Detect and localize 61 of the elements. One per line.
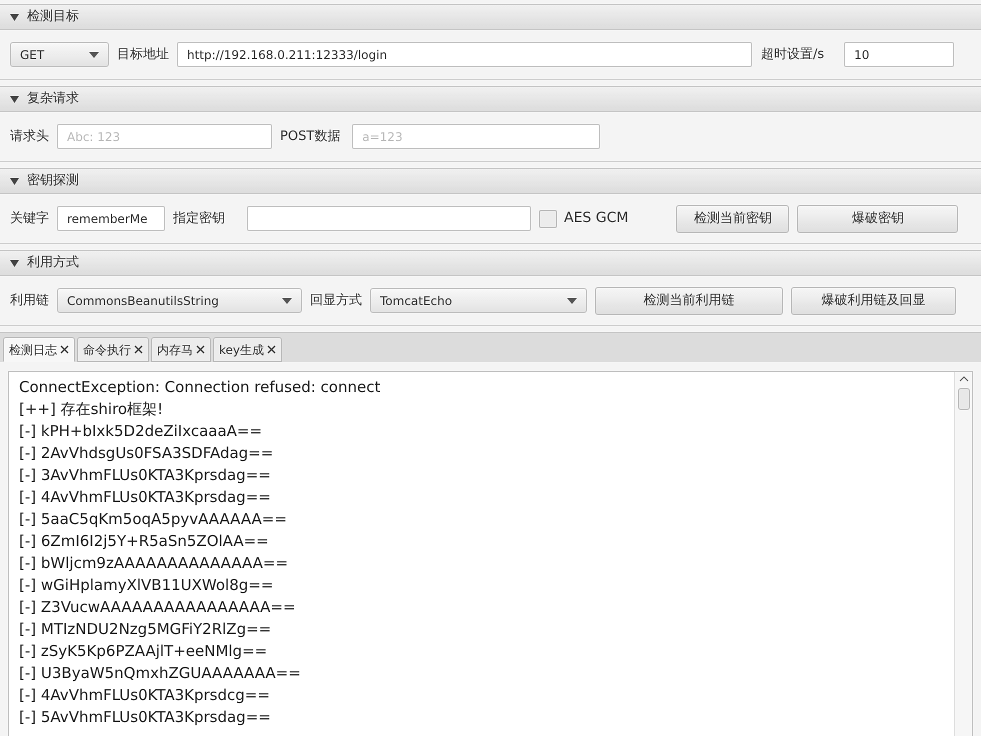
input-field[interactable]: 10: [844, 42, 954, 67]
log-line: [-] bWljcm9zAAAAAAAAAAAAAA==: [19, 553, 290, 574]
log-line: [-] 6ZmI6I2j5Y+R5aSn5ZOlAA==: [19, 531, 270, 552]
log-line: [-] U3ByaW5nQmxhZGUAAAAAAA==: [19, 663, 302, 684]
dropdown[interactable]: GET: [10, 42, 109, 67]
input-field[interactable]: rememberMe: [57, 206, 165, 231]
tab[interactable]: 检测日志: [3, 337, 75, 362]
tab[interactable]: key生成: [213, 337, 282, 362]
close-icon[interactable]: [134, 345, 143, 354]
field-label: 关键字: [10, 210, 49, 228]
log-line: [-] 5aaC5qKm5oqA5pyvAAAAAA==: [19, 509, 288, 530]
button[interactable]: 爆破利用链及回显: [791, 286, 956, 314]
log-line: [-] 2AvVhdsgUs0FSA3SDFAdag==: [19, 443, 274, 464]
close-icon[interactable]: [196, 345, 205, 354]
log-line: [-] wGiHplamyXlVB11UXWol8g==: [19, 575, 274, 596]
button[interactable]: 检测当前利用链: [595, 286, 783, 314]
scrollbar[interactable]: [954, 372, 972, 736]
checkbox[interactable]: [539, 210, 557, 228]
log-line: ConnectException: Connection refused: connect: [19, 377, 382, 398]
button[interactable]: 爆破密钥: [797, 204, 958, 232]
dropdown[interactable]: CommonsBeanutilsString: [57, 288, 302, 313]
log-line: [-] kPH+bIxk5D2deZiIxcaaaA==: [19, 421, 264, 442]
caret-icon: [89, 52, 99, 58]
field-label: POST数据: [280, 128, 340, 146]
log-line: [++] 存在shiro框架!: [19, 399, 164, 420]
caret-icon: [567, 298, 577, 304]
log-line: [-] 5AvVhmFLUs0KTA3Kprsdag==: [19, 707, 272, 728]
input-field[interactable]: [247, 206, 531, 231]
section-header[interactable]: 复杂请求: [0, 86, 981, 112]
log-line: [-] MTIzNDU2Nzg5MGFiY2RlZg==: [19, 619, 272, 640]
field-label: 请求头: [10, 128, 49, 146]
log-line: [-] zSyK5Kp6PZAAjlT+eeNMlg==: [19, 641, 268, 662]
section-title: 利用方式: [27, 254, 79, 272]
input-field[interactable]: Abc: 123: [57, 124, 272, 149]
log-line: [-] Z3VucwAAAAAAAAAAAAAAAA==: [19, 597, 297, 618]
close-icon[interactable]: [60, 345, 69, 354]
scroll-up-icon[interactable]: [958, 376, 968, 382]
field-label: 指定密钥: [173, 210, 225, 228]
log-line: [-] 3AvVhmFLUs0KTA3Kprsdag==: [19, 465, 272, 486]
tab[interactable]: 命令执行: [77, 337, 149, 362]
dropdown[interactable]: TomcatEcho: [370, 288, 587, 313]
section-title: 复杂请求: [27, 90, 79, 108]
checkbox-label: AES GCM: [564, 209, 628, 228]
section-header[interactable]: 检测目标: [0, 4, 981, 30]
log-line: [-] 4AvVhmFLUs0KTA3Kprsdag==: [19, 487, 272, 508]
tab[interactable]: 内存马: [151, 337, 211, 362]
button[interactable]: 检测当前密钥: [676, 204, 790, 232]
field-label: 利用链: [10, 292, 49, 310]
field-label: 目标地址: [117, 46, 169, 64]
input-field[interactable]: a=123: [352, 124, 600, 149]
caret-icon: [282, 298, 292, 304]
scroll-thumb[interactable]: [958, 388, 970, 410]
section-header[interactable]: 密钥探测: [0, 168, 981, 194]
section-header[interactable]: 利用方式: [0, 250, 981, 276]
field-label: 回显方式: [310, 292, 362, 310]
section-title: 检测目标: [27, 8, 79, 26]
field-label: 超时设置/s: [761, 46, 824, 64]
close-icon[interactable]: [267, 345, 276, 354]
section-title: 密钥探测: [27, 172, 79, 190]
input-field[interactable]: http://192.168.0.211:12333/login: [177, 42, 752, 67]
log-line: [-] 4AvVhmFLUs0KTA3Kprsdcg==: [19, 685, 271, 706]
